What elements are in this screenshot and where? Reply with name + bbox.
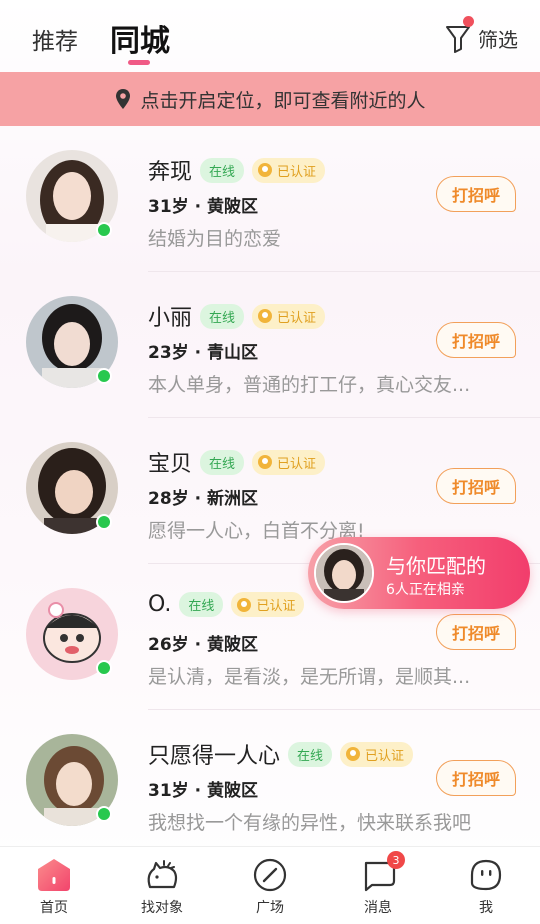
match-title: 与你匹配的 bbox=[386, 554, 486, 578]
tab-me[interactable]: 我 bbox=[432, 847, 540, 924]
verified-badge: 已认证 bbox=[231, 592, 305, 617]
online-badge: 在线 bbox=[200, 303, 245, 329]
bottom-tab-bar: 首页 找对象 广场 3 消息 我 bbox=[0, 846, 540, 924]
tab-same-city[interactable]: 同城 bbox=[110, 16, 170, 60]
user-row[interactable]: 小丽 在线 已认证 23岁 · 青山区 本人单身，普通的打工仔，真心交友... … bbox=[0, 272, 540, 418]
user-name: 小丽 bbox=[148, 306, 193, 331]
tab-find-partner[interactable]: 找对象 bbox=[108, 847, 216, 924]
user-row[interactable]: 奔现 在线 已认证 31岁 · 黄陂区 结婚为目的恋爱 打招呼 bbox=[0, 126, 540, 272]
greet-button[interactable]: 打招呼 bbox=[436, 760, 516, 796]
user-meta: 23岁 · 青山区 bbox=[148, 343, 258, 363]
greet-button[interactable]: 打招呼 bbox=[436, 614, 516, 650]
user-bio: 是认清，是看淡，是无所谓，是顺其... bbox=[148, 666, 471, 688]
user-meta: 31岁 · 黄陂区 bbox=[148, 197, 258, 217]
user-bio: 本人单身，普通的打工仔，真心交友... bbox=[148, 374, 471, 396]
unread-badge: 3 bbox=[387, 851, 405, 869]
verified-icon bbox=[346, 747, 361, 761]
user-row[interactable]: 只愿得一人心 在线 已认证 31岁 · 黄陂区 我想找一个有缘的异性，快来联系我… bbox=[0, 710, 540, 856]
profile-icon bbox=[470, 859, 502, 891]
online-badge: 在线 bbox=[200, 157, 245, 183]
location-banner[interactable]: 点击开启定位，即可查看附近的人 bbox=[0, 72, 540, 126]
home-icon bbox=[38, 859, 70, 891]
online-status-dot bbox=[96, 222, 112, 238]
tab-messages[interactable]: 3 消息 bbox=[324, 847, 432, 924]
tab-label: 广场 bbox=[256, 900, 284, 916]
user-name: 奔现 bbox=[148, 160, 193, 185]
tab-recommend[interactable]: 推荐 bbox=[32, 22, 78, 56]
tab-square[interactable]: 广场 bbox=[216, 847, 324, 924]
filter-notice-dot bbox=[463, 16, 474, 27]
match-floating-button[interactable]: 与你匹配的 6人正在相亲 bbox=[308, 537, 530, 609]
compass-icon bbox=[253, 858, 287, 892]
verified-badge: 已认证 bbox=[340, 741, 414, 767]
tab-label: 我 bbox=[479, 900, 493, 916]
user-bio: 我想找一个有缘的异性，快来联系我吧 bbox=[148, 812, 472, 834]
verified-badge: 已认证 bbox=[252, 449, 326, 475]
online-status-dot bbox=[96, 368, 112, 384]
verified-icon bbox=[237, 597, 252, 612]
active-tab-indicator bbox=[128, 60, 150, 65]
online-status-dot bbox=[96, 514, 112, 530]
online-badge: 在线 bbox=[200, 449, 245, 475]
verified-icon bbox=[258, 163, 273, 177]
user-meta: 28岁 · 新洲区 bbox=[148, 489, 258, 509]
online-badge: 在线 bbox=[288, 741, 333, 767]
match-subtitle: 6人正在相亲 bbox=[386, 582, 465, 598]
user-meta: 26岁 · 黄陂区 bbox=[148, 635, 258, 655]
verified-icon bbox=[258, 455, 273, 469]
location-banner-text: 点击开启定位，即可查看附近的人 bbox=[140, 89, 426, 112]
greet-button[interactable]: 打招呼 bbox=[436, 468, 516, 504]
user-name: O. bbox=[148, 592, 172, 617]
user-meta: 31岁 · 黄陂区 bbox=[148, 781, 258, 801]
greet-button[interactable]: 打招呼 bbox=[436, 322, 516, 358]
online-status-dot bbox=[96, 660, 112, 676]
find-partner-icon bbox=[147, 860, 178, 889]
verified-badge: 已认证 bbox=[252, 303, 326, 329]
top-header: 推荐 同城 筛选 bbox=[0, 0, 540, 72]
tab-label: 找对象 bbox=[141, 900, 183, 916]
online-status-dot bbox=[96, 806, 112, 822]
filter-icon bbox=[444, 16, 474, 54]
filter-button[interactable]: 筛选 bbox=[444, 16, 518, 54]
user-name: 只愿得一人心 bbox=[148, 744, 281, 769]
user-bio: 结婚为目的恋爱 bbox=[148, 228, 282, 250]
verified-badge: 已认证 bbox=[252, 157, 326, 183]
location-pin-icon bbox=[116, 89, 131, 109]
tab-label: 消息 bbox=[364, 900, 392, 916]
tab-label: 首页 bbox=[40, 900, 68, 916]
match-avatar bbox=[314, 543, 374, 603]
tab-home[interactable]: 首页 bbox=[0, 847, 108, 924]
verified-icon bbox=[258, 309, 273, 323]
online-badge: 在线 bbox=[179, 592, 224, 617]
greet-button[interactable]: 打招呼 bbox=[436, 176, 516, 212]
user-name: 宝贝 bbox=[148, 452, 193, 477]
filter-label: 筛选 bbox=[478, 27, 518, 52]
